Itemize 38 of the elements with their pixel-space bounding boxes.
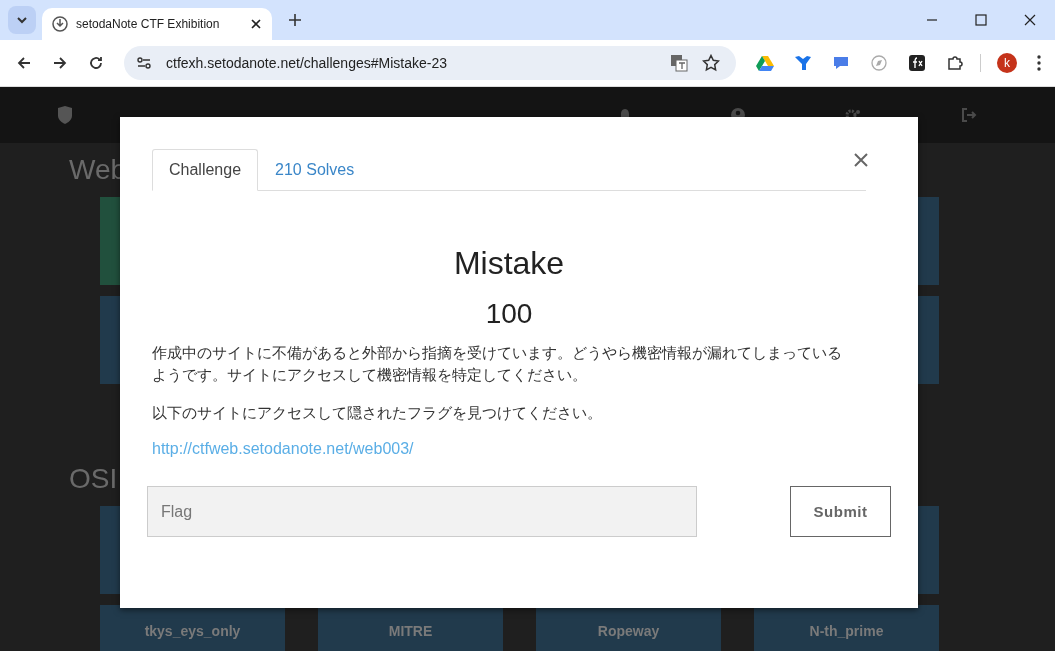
site-settings-icon[interactable]	[136, 55, 152, 71]
new-tab-icon[interactable]	[288, 13, 302, 27]
submit-button[interactable]: Submit	[790, 486, 891, 537]
chevron-down-icon	[16, 16, 28, 24]
tab-title: setodaNote CTF Exhibition	[76, 17, 221, 31]
browser-tab[interactable]: setodaNote CTF Exhibition	[42, 8, 272, 40]
triangle-icon[interactable]	[756, 55, 774, 71]
challenge-description: 以下のサイトにアクセスして隠されたフラグを見つけてください。	[152, 403, 603, 423]
flag-input[interactable]: Flag	[147, 486, 697, 537]
menu-icon[interactable]	[1037, 55, 1041, 71]
maximize-icon[interactable]	[975, 14, 987, 26]
forward-icon[interactable]	[52, 55, 68, 71]
back-icon[interactable]	[16, 55, 32, 71]
chat-icon[interactable]	[832, 54, 850, 72]
dialog-tab[interactable]: 210 Solves	[258, 149, 372, 191]
close-icon[interactable]	[1024, 14, 1036, 26]
logo-icon[interactable]	[57, 105, 73, 125]
challenge-points: 100	[484, 298, 534, 330]
url-text: ctfexh.setodanote.net/challenges#Mistake-23	[166, 55, 447, 71]
extensions-icon[interactable]	[946, 54, 964, 72]
tab-search-button[interactable]	[8, 6, 36, 34]
profile-avatar[interactable]: k	[997, 53, 1017, 73]
challenge-title: Mistake	[452, 245, 566, 282]
address-bar[interactable]: ctfexh.setodanote.net/challenges#Mistake-23	[124, 46, 736, 80]
category-heading: OSI	[69, 462, 119, 496]
star-icon[interactable]	[702, 54, 720, 72]
challenge-description: 作成中のサイトに不備があると外部から指摘を受けています。どうやら機密情報が漏れてしまっているようです。サイトにアクセスして機密情報を特定してください。	[152, 343, 843, 385]
challenge-card[interactable]: tkys_eys_only	[100, 605, 285, 651]
dialog-tab[interactable]: Challenge	[152, 149, 259, 191]
challenge-card[interactable]: N-th_prime	[754, 605, 939, 651]
challenge-card[interactable]: Ropeway	[536, 605, 721, 651]
challenge-card[interactable]: MITRE	[318, 605, 503, 651]
function-icon[interactable]	[908, 54, 926, 72]
challenge-link[interactable]: http://ctfweb.setodanote.net/web003/	[152, 440, 414, 458]
reload-icon[interactable]	[88, 55, 104, 71]
translate-icon[interactable]	[670, 54, 688, 72]
site-icon	[52, 16, 68, 32]
close-icon[interactable]	[250, 18, 262, 30]
